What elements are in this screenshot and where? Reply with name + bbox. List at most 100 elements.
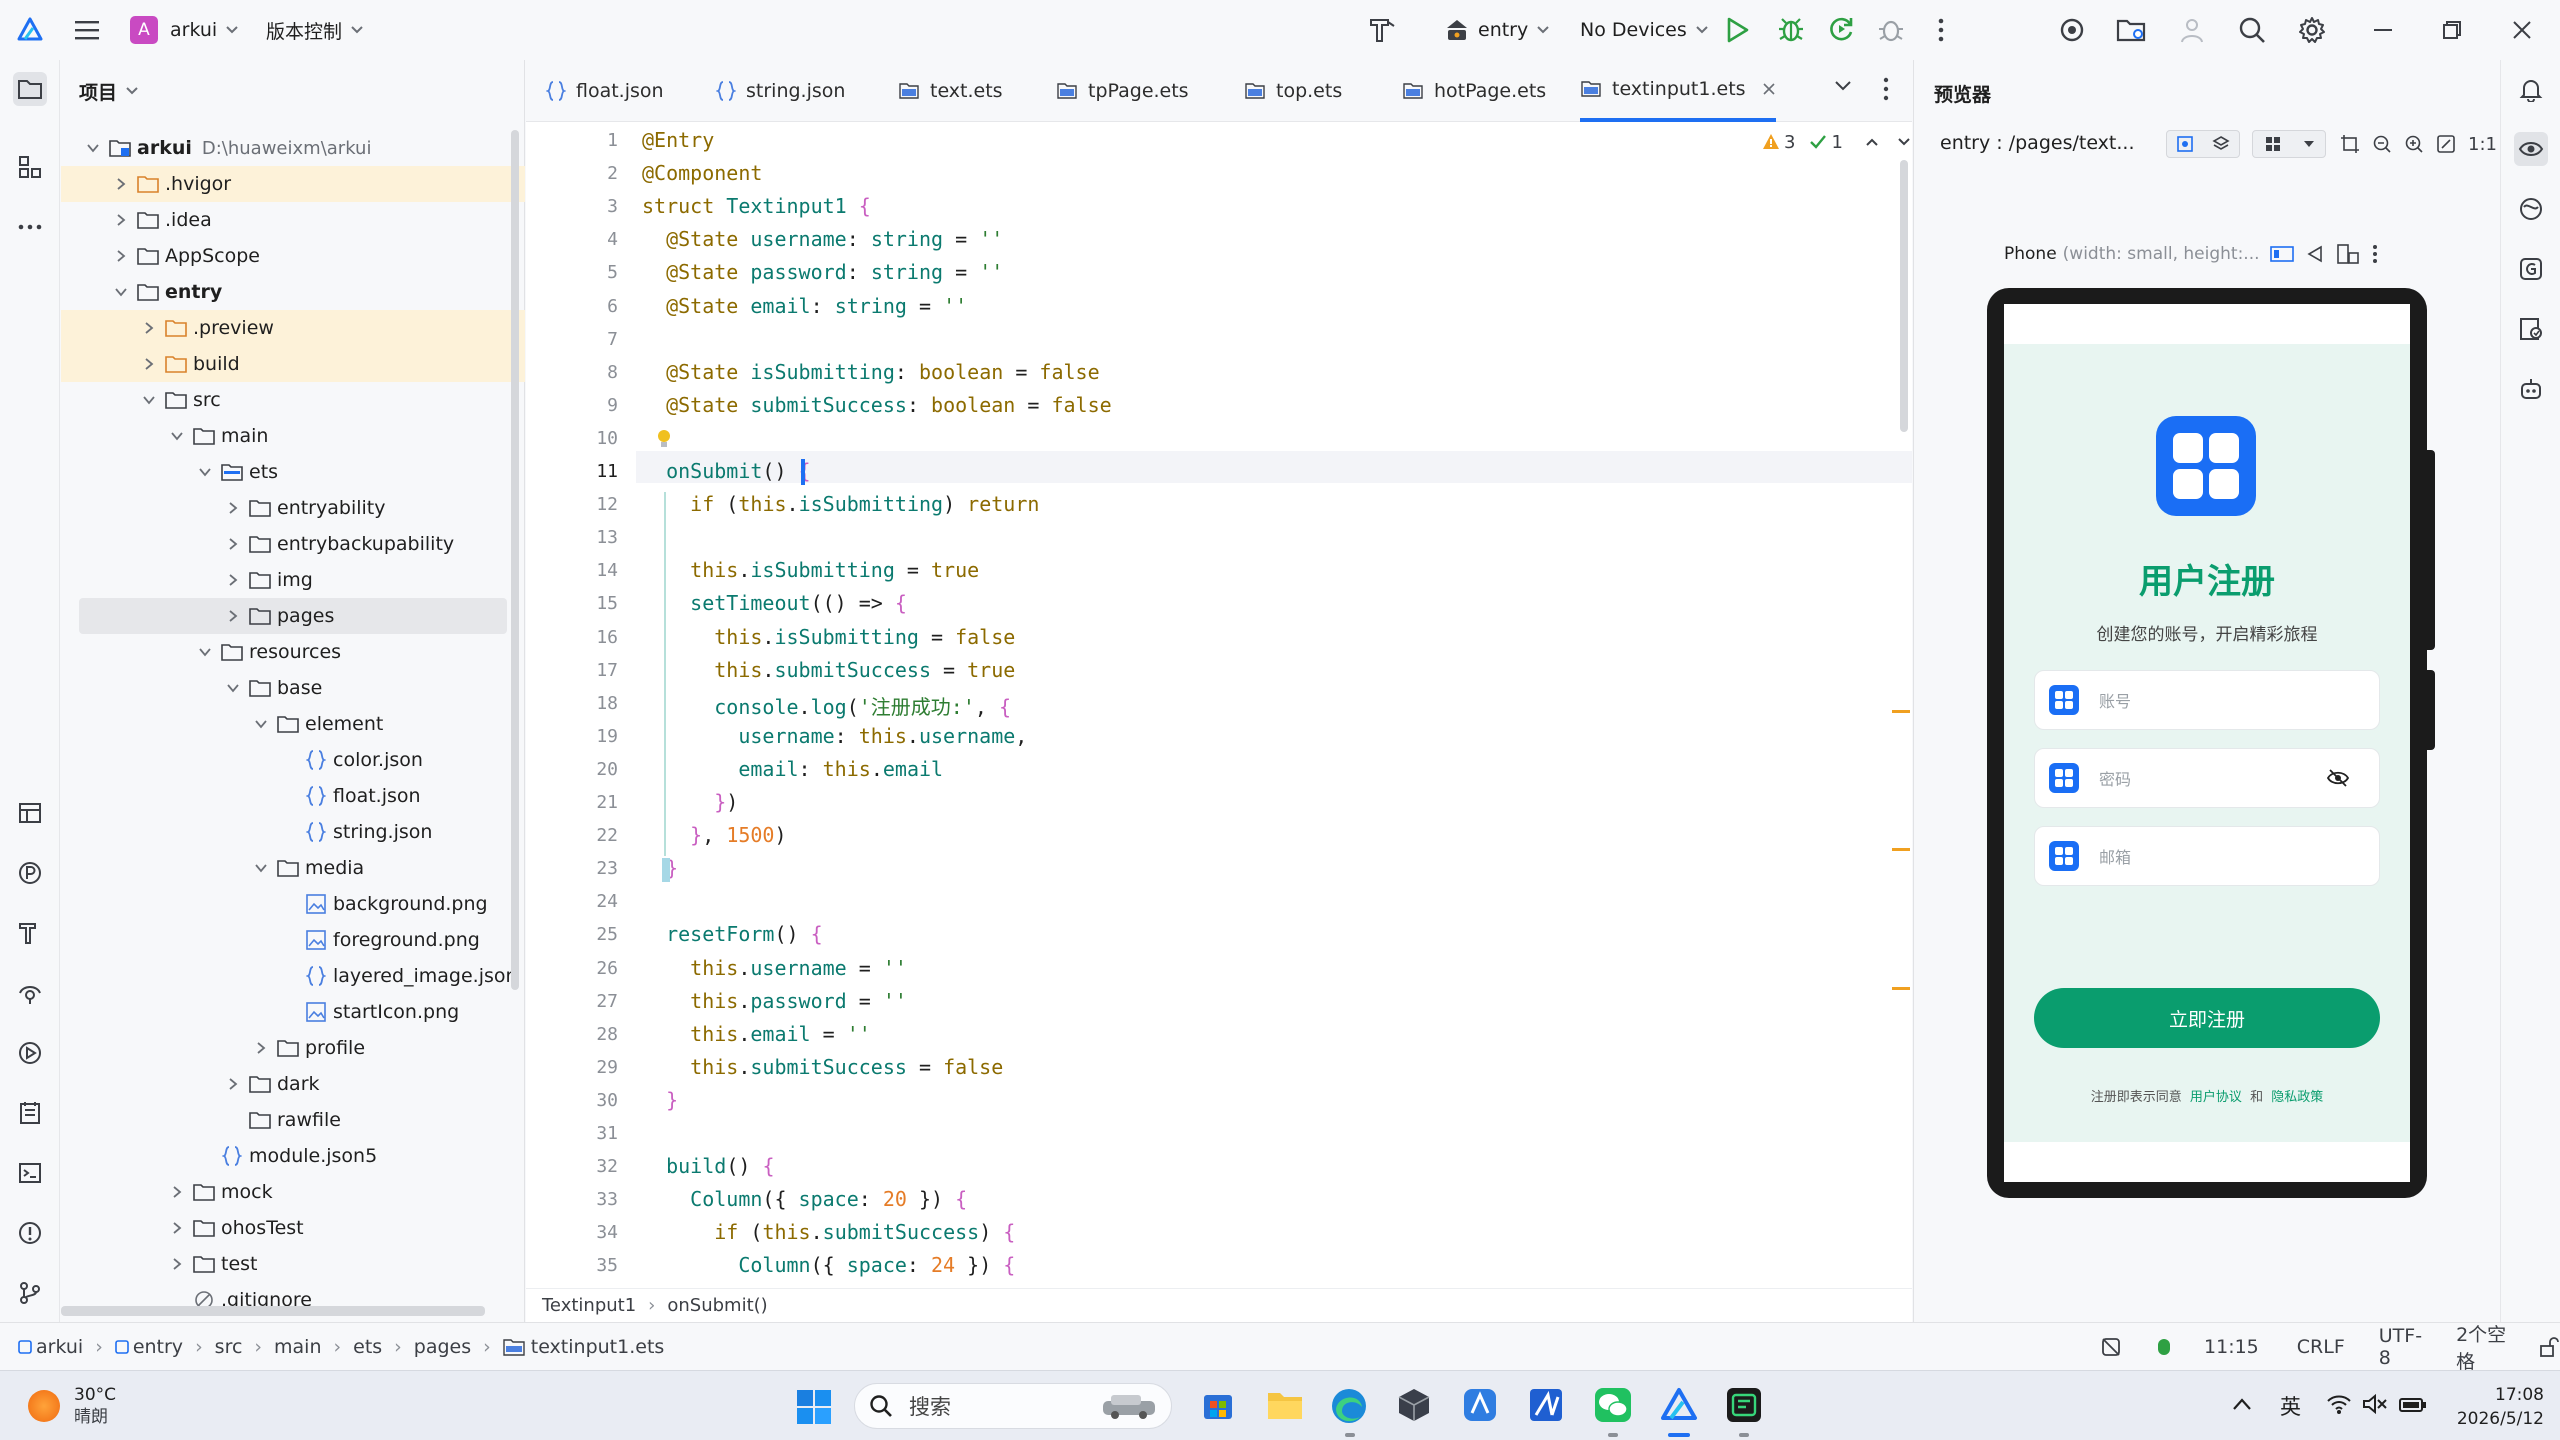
- chevron-right-icon[interactable]: [279, 930, 299, 950]
- tree-scrollbar[interactable]: [511, 130, 519, 990]
- tree-item[interactable]: entry: [61, 274, 525, 310]
- hot-reload-icon[interactable]: [1826, 14, 1856, 44]
- code-line[interactable]: @State email: string = '': [642, 294, 967, 318]
- codegenie-icon[interactable]: [2514, 252, 2548, 286]
- breadcrumb-item[interactable]: arkui: [36, 1336, 83, 1358]
- chevron-right-icon[interactable]: [223, 570, 243, 590]
- code-line[interactable]: struct Textinput1 {: [642, 194, 871, 218]
- wechat-icon[interactable]: [1594, 1387, 1632, 1423]
- chevron-down-icon[interactable]: [195, 462, 215, 482]
- chevron-right-icon[interactable]: [223, 534, 243, 554]
- chevron-right-icon[interactable]: [111, 174, 131, 194]
- code-line[interactable]: build() {: [642, 1154, 774, 1178]
- code-line[interactable]: email: this.email: [642, 757, 943, 781]
- chevron-right-icon[interactable]: [167, 1218, 187, 1238]
- tree-item[interactable]: base: [61, 670, 525, 706]
- privacy-policy-link[interactable]: 隐私政策: [2271, 1090, 2323, 1105]
- lock-open-icon[interactable]: [2538, 1336, 2560, 1358]
- device-profile-icon[interactable]: [2269, 245, 2294, 263]
- chevron-down-icon[interactable]: [195, 642, 215, 662]
- tab-hotPage-ets[interactable]: hotPage.ets: [1402, 60, 1546, 122]
- code-line[interactable]: this.submitSuccess = true: [642, 658, 1015, 682]
- chevron-right-icon[interactable]: [111, 210, 131, 230]
- code-line[interactable]: if (this.isSubmitting) return: [642, 492, 1039, 516]
- breadcrumb-item[interactable]: textinput1.ets: [531, 1336, 665, 1358]
- tree-item[interactable]: img: [61, 562, 525, 598]
- chevron-right-icon[interactable]: [279, 966, 299, 986]
- chevron-right-icon[interactable]: [279, 750, 299, 770]
- more-vertical-icon[interactable]: [2372, 244, 2378, 264]
- tree-item[interactable]: src: [61, 382, 525, 418]
- chevron-down-icon[interactable]: [251, 858, 271, 878]
- breadcrumb-method[interactable]: onSubmit(): [667, 1295, 767, 1316]
- git-icon[interactable]: [13, 1276, 47, 1310]
- chevron-down-icon[interactable]: [223, 678, 243, 698]
- tree-item[interactable]: entrybackupability: [61, 526, 525, 562]
- gear-icon[interactable]: [2298, 16, 2326, 44]
- chevron-right-icon[interactable]: [167, 1254, 187, 1274]
- tree-item[interactable]: mock: [61, 1174, 525, 1210]
- tree-item[interactable]: rawfile: [61, 1102, 525, 1138]
- debug-icon[interactable]: [1776, 14, 1806, 44]
- code-line[interactable]: setTimeout(() => {: [642, 591, 907, 615]
- email-field[interactable]: 邮箱: [2034, 826, 2380, 886]
- tree-item[interactable]: main: [61, 418, 525, 454]
- run-panel-icon[interactable]: [13, 1036, 47, 1070]
- project-view-selector[interactable]: 项目: [79, 78, 139, 104]
- code-line[interactable]: @Entry: [642, 128, 714, 152]
- tab-string-json[interactable]: string.json: [716, 60, 845, 122]
- warning-marker[interactable]: [1892, 848, 1910, 851]
- tree-item[interactable]: AppScope: [61, 238, 525, 274]
- warning-marker[interactable]: [1892, 987, 1910, 990]
- warning-marker[interactable]: [1892, 710, 1910, 713]
- code-line[interactable]: username: this.username,: [642, 724, 1027, 748]
- ime-indicator[interactable]: 英: [2280, 1391, 2301, 1421]
- code-line[interactable]: this.isSubmitting = true: [642, 558, 979, 582]
- tree-item[interactable]: ets: [61, 454, 525, 490]
- tree-item[interactable]: layered_image.json: [61, 958, 525, 994]
- tree-item[interactable]: .preview: [61, 310, 525, 346]
- submit-button[interactable]: 立即注册: [2034, 988, 2380, 1048]
- app-editor-icon[interactable]: [1528, 1387, 1564, 1423]
- volume-muted-icon[interactable]: [2362, 1393, 2388, 1415]
- chevron-right-icon[interactable]: [279, 822, 299, 842]
- chevron-right-icon[interactable]: [223, 1110, 243, 1130]
- previewer-eye-icon[interactable]: [2514, 132, 2548, 166]
- eye-off-icon[interactable]: [2327, 769, 2349, 787]
- chevron-down-icon[interactable]: [167, 426, 187, 446]
- chevron-right-icon[interactable]: [139, 318, 159, 338]
- run-icon[interactable]: [1724, 16, 1750, 44]
- crop-icon[interactable]: [2340, 134, 2360, 154]
- app-logo-icon[interactable]: [16, 16, 44, 44]
- tree-item[interactable]: .hvigor: [61, 166, 525, 202]
- tree-item[interactable]: ohosTest: [61, 1210, 525, 1246]
- user-agreement-link[interactable]: 用户协议: [2190, 1090, 2242, 1105]
- search-icon[interactable]: [2238, 16, 2266, 44]
- code-line[interactable]: this.password = '': [642, 989, 907, 1013]
- restore-icon[interactable]: [2442, 20, 2462, 40]
- tree-item[interactable]: build: [61, 346, 525, 382]
- account-icon[interactable]: [2178, 16, 2206, 44]
- tab-textinput1-ets[interactable]: textinput1.ets: [1580, 60, 1776, 122]
- folder-search-icon[interactable]: [2116, 16, 2148, 44]
- build-hammer-icon[interactable]: [13, 916, 47, 950]
- caret-position[interactable]: 11:15: [2204, 1336, 2259, 1358]
- breadcrumb-item[interactable]: src: [215, 1336, 243, 1358]
- minimize-icon[interactable]: [2374, 28, 2392, 32]
- project-switcher[interactable]: A arkui: [130, 14, 239, 46]
- tree-item[interactable]: dark: [61, 1066, 525, 1102]
- close-icon[interactable]: [1762, 82, 1776, 96]
- chevron-down-icon[interactable]: [251, 714, 271, 734]
- code-line[interactable]: @State username: string = '': [642, 227, 1003, 251]
- zoom-out-icon[interactable]: [2372, 134, 2392, 154]
- microsoft-store-icon[interactable]: [1200, 1387, 1236, 1423]
- chevron-down-icon[interactable]: [83, 138, 103, 158]
- tab-float-json[interactable]: float.json: [546, 60, 664, 122]
- terminal-app-icon[interactable]: [1726, 1387, 1762, 1423]
- code-area[interactable]: @Entry @Component struct Textinput1 { @Sta…: [526, 122, 1886, 1302]
- windows-start-icon[interactable]: [796, 1389, 832, 1425]
- chevron-up-icon[interactable]: [1865, 137, 1879, 147]
- code-line[interactable]: @State isSubmitting: boolean = false: [642, 360, 1100, 384]
- file-encoding[interactable]: UTF-8: [2379, 1325, 2422, 1369]
- chevron-right-icon[interactable]: [279, 786, 299, 806]
